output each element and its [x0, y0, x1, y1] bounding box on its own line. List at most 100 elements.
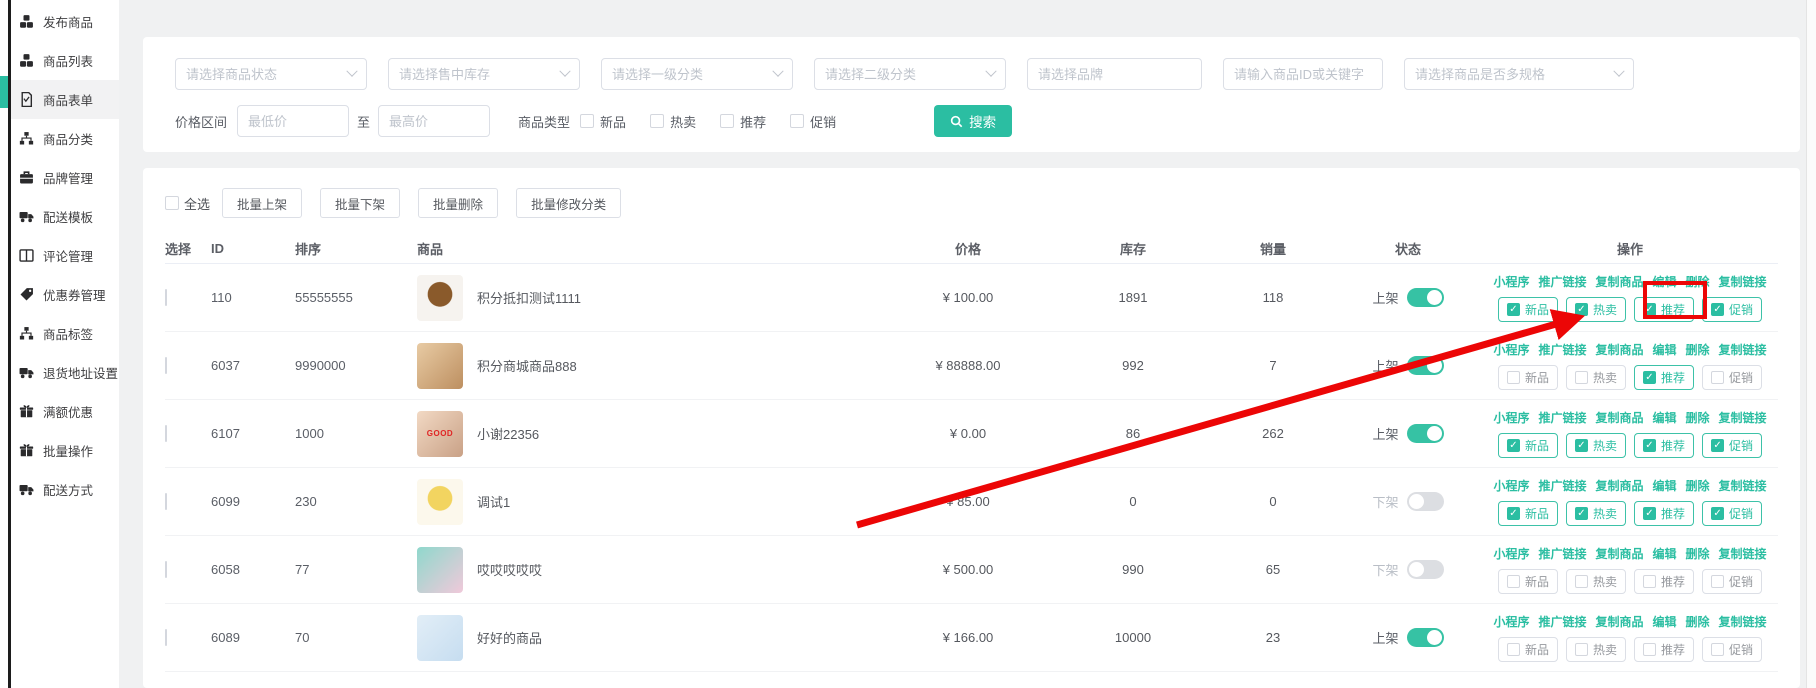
sidebar-item-5[interactable]: 品牌管理: [11, 158, 119, 197]
filter-field-input[interactable]: [612, 67, 768, 82]
action-link-推广链接[interactable]: 推广链接: [1538, 409, 1586, 426]
filter-field-input[interactable]: [1038, 67, 1191, 82]
tag-toggle-新品[interactable]: ✓新品: [1498, 433, 1558, 458]
action-link-小程序[interactable]: 小程序: [1493, 613, 1529, 630]
tag-toggle-新品[interactable]: ✓新品: [1498, 501, 1558, 526]
status-toggle[interactable]: [1407, 492, 1444, 511]
action-link-删除[interactable]: 删除: [1686, 545, 1710, 562]
sidebar-item-3[interactable]: 商品表单: [11, 80, 119, 119]
filter-select-2[interactable]: [388, 58, 580, 90]
action-link-编辑[interactable]: 编辑: [1653, 341, 1677, 358]
tag-toggle-推荐[interactable]: ✓推荐: [1634, 365, 1694, 390]
action-link-编辑[interactable]: 编辑: [1653, 613, 1677, 630]
action-link-复制链接[interactable]: 复制链接: [1719, 613, 1767, 630]
tag-toggle-新品[interactable]: 新品: [1498, 637, 1558, 662]
type-option-热卖[interactable]: 热卖: [650, 112, 696, 131]
tag-toggle-新品[interactable]: ✓新品: [1498, 297, 1558, 322]
row-select-checkbox[interactable]: [165, 629, 167, 646]
tag-toggle-热卖[interactable]: ✓热卖: [1566, 501, 1626, 526]
filter-field-input[interactable]: [825, 67, 981, 82]
row-select-checkbox[interactable]: [165, 493, 167, 510]
action-link-删除[interactable]: 删除: [1686, 409, 1710, 426]
action-link-小程序[interactable]: 小程序: [1493, 273, 1529, 290]
sidebar-item-8[interactable]: 优惠券管理: [11, 275, 119, 314]
row-select-checkbox[interactable]: [165, 561, 167, 578]
filter-select-3[interactable]: [601, 58, 793, 90]
action-link-编辑[interactable]: 编辑: [1653, 477, 1677, 494]
action-link-推广链接[interactable]: 推广链接: [1538, 545, 1586, 562]
action-link-复制商品[interactable]: 复制商品: [1595, 545, 1643, 562]
action-link-删除[interactable]: 删除: [1686, 613, 1710, 630]
action-link-小程序[interactable]: 小程序: [1493, 545, 1529, 562]
bulk-button-1[interactable]: 批量上架: [222, 188, 302, 218]
action-link-编辑[interactable]: 编辑: [1653, 545, 1677, 562]
select-all-checkbox[interactable]: [165, 196, 179, 210]
action-link-复制商品[interactable]: 复制商品: [1595, 341, 1643, 358]
tag-toggle-推荐[interactable]: ✓推荐: [1634, 433, 1694, 458]
scrollbar-track[interactable]: [1806, 0, 1816, 688]
status-toggle[interactable]: [1407, 288, 1444, 307]
filter-field-input[interactable]: [186, 67, 342, 82]
tag-toggle-新品[interactable]: 新品: [1498, 365, 1558, 390]
action-link-编辑[interactable]: 编辑: [1653, 273, 1677, 290]
row-select-checkbox[interactable]: [165, 425, 167, 442]
action-link-推广链接[interactable]: 推广链接: [1538, 477, 1586, 494]
tag-toggle-热卖[interactable]: 热卖: [1566, 637, 1626, 662]
action-link-复制链接[interactable]: 复制链接: [1719, 477, 1767, 494]
filter-select-4[interactable]: [814, 58, 1006, 90]
action-link-小程序[interactable]: 小程序: [1493, 409, 1529, 426]
tag-toggle-促销[interactable]: ✓促销: [1702, 501, 1762, 526]
tag-toggle-热卖[interactable]: 热卖: [1566, 569, 1626, 594]
action-link-推广链接[interactable]: 推广链接: [1538, 273, 1586, 290]
action-link-推广链接[interactable]: 推广链接: [1538, 613, 1586, 630]
action-link-复制商品[interactable]: 复制商品: [1595, 613, 1643, 630]
sidebar-item-1[interactable]: 发布商品: [11, 2, 119, 41]
tag-toggle-推荐[interactable]: 推荐: [1634, 569, 1694, 594]
action-link-复制链接[interactable]: 复制链接: [1719, 545, 1767, 562]
sidebar-item-12[interactable]: 批量操作: [11, 431, 119, 470]
action-link-删除[interactable]: 删除: [1686, 273, 1710, 290]
action-link-复制链接[interactable]: 复制链接: [1719, 409, 1767, 426]
sidebar-item-9[interactable]: 商品标签: [11, 314, 119, 353]
sidebar-item-13[interactable]: 配送方式: [11, 470, 119, 509]
filter-field-input[interactable]: [1415, 67, 1609, 82]
bulk-button-2[interactable]: 批量下架: [320, 188, 400, 218]
filter-input-5[interactable]: [1027, 58, 1202, 90]
min-price-input[interactable]: [248, 114, 338, 129]
tag-toggle-推荐[interactable]: 推荐: [1634, 637, 1694, 662]
action-link-小程序[interactable]: 小程序: [1493, 341, 1529, 358]
tag-toggle-热卖[interactable]: ✓热卖: [1566, 433, 1626, 458]
bulk-button-4[interactable]: 批量修改分类: [516, 188, 621, 218]
type-checkbox[interactable]: [720, 114, 734, 128]
action-link-复制链接[interactable]: 复制链接: [1719, 273, 1767, 290]
tag-toggle-促销[interactable]: 促销: [1702, 569, 1762, 594]
action-link-复制商品[interactable]: 复制商品: [1595, 273, 1643, 290]
action-link-小程序[interactable]: 小程序: [1493, 477, 1529, 494]
status-toggle[interactable]: [1407, 356, 1444, 375]
row-select-checkbox[interactable]: [165, 289, 167, 306]
tag-toggle-新品[interactable]: 新品: [1498, 569, 1558, 594]
action-link-复制链接[interactable]: 复制链接: [1719, 341, 1767, 358]
type-checkbox[interactable]: [580, 114, 594, 128]
type-option-推荐[interactable]: 推荐: [720, 112, 766, 131]
action-link-推广链接[interactable]: 推广链接: [1538, 341, 1586, 358]
sidebar-item-10[interactable]: 退货地址设置: [11, 353, 119, 392]
filter-input-6[interactable]: [1223, 58, 1383, 90]
max-price-input[interactable]: [389, 114, 479, 129]
tag-toggle-促销[interactable]: 促销: [1702, 365, 1762, 390]
type-checkbox[interactable]: [650, 114, 664, 128]
search-button[interactable]: 搜索: [934, 105, 1012, 137]
tag-toggle-推荐[interactable]: ✓推荐: [1634, 297, 1694, 322]
action-link-编辑[interactable]: 编辑: [1653, 409, 1677, 426]
type-checkbox[interactable]: [790, 114, 804, 128]
tag-toggle-促销[interactable]: 促销: [1702, 637, 1762, 662]
status-toggle[interactable]: [1407, 560, 1444, 579]
action-link-删除[interactable]: 删除: [1686, 341, 1710, 358]
filter-field-input[interactable]: [1234, 67, 1372, 82]
row-select-checkbox[interactable]: [165, 357, 167, 374]
filter-select-1[interactable]: [175, 58, 367, 90]
status-toggle[interactable]: [1407, 424, 1444, 443]
max-price-field[interactable]: [378, 105, 490, 137]
tag-toggle-热卖[interactable]: ✓热卖: [1566, 297, 1626, 322]
filter-field-input[interactable]: [399, 67, 555, 82]
